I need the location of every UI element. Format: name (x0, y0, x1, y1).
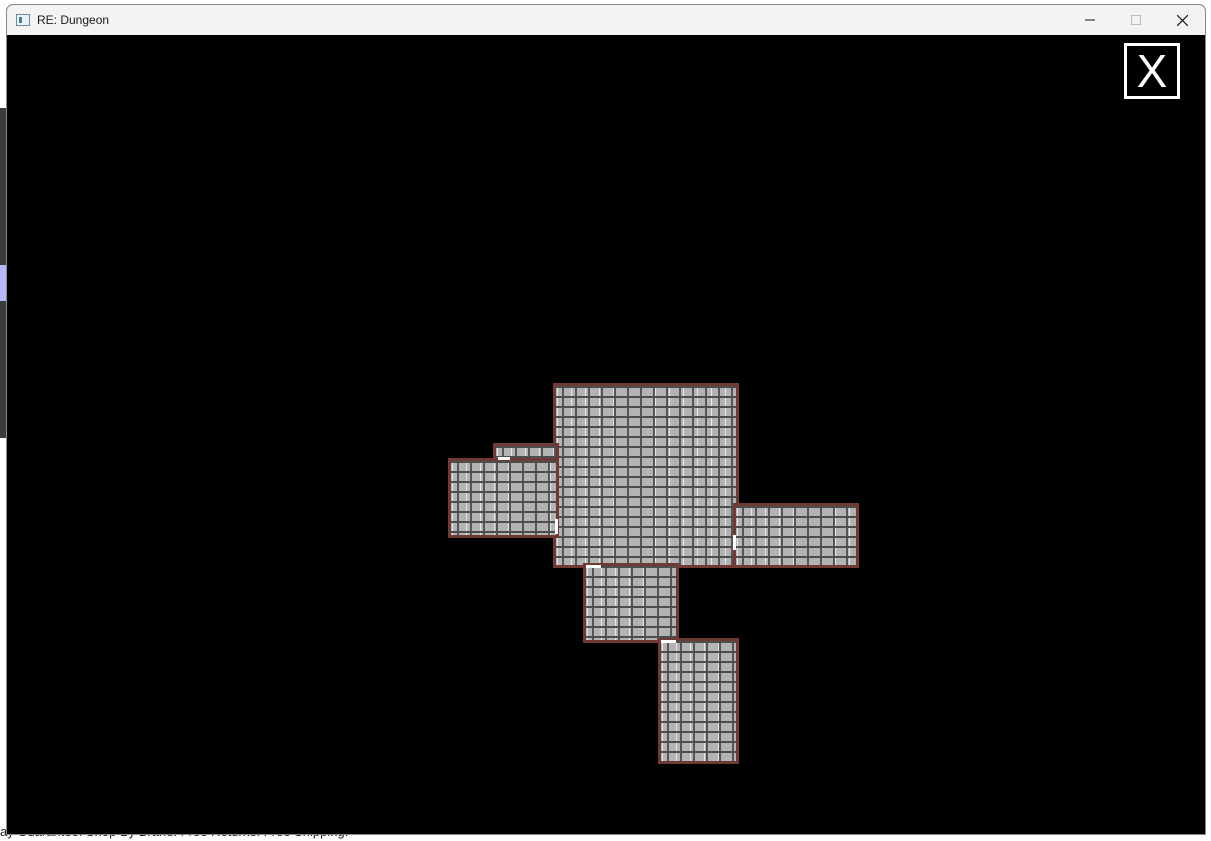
close-button[interactable] (1159, 5, 1205, 35)
game-canvas[interactable]: X (7, 35, 1205, 834)
game-close-button[interactable]: X (1124, 43, 1180, 99)
dungeon-room-south (583, 563, 679, 643)
dungeon-room-west (448, 458, 559, 538)
maximize-icon (1131, 15, 1141, 25)
app-icon (16, 14, 30, 26)
game-window: RE: Dungeon X (6, 4, 1206, 835)
dungeon-room-east (733, 503, 859, 568)
close-icon (1176, 14, 1188, 26)
window-controls (1067, 5, 1205, 35)
door-west (555, 519, 558, 534)
title-bar[interactable]: RE: Dungeon (7, 5, 1205, 35)
door-east (733, 535, 736, 550)
window-title: RE: Dungeon (37, 13, 110, 27)
maximize-button[interactable] (1113, 5, 1159, 35)
dungeon-room-southeast (658, 638, 739, 764)
minimize-icon (1085, 19, 1095, 21)
door-top (498, 457, 510, 460)
door-southeast (661, 640, 676, 643)
minimize-button[interactable] (1067, 5, 1113, 35)
dungeon-room-main (553, 383, 739, 568)
door-south (586, 565, 601, 568)
